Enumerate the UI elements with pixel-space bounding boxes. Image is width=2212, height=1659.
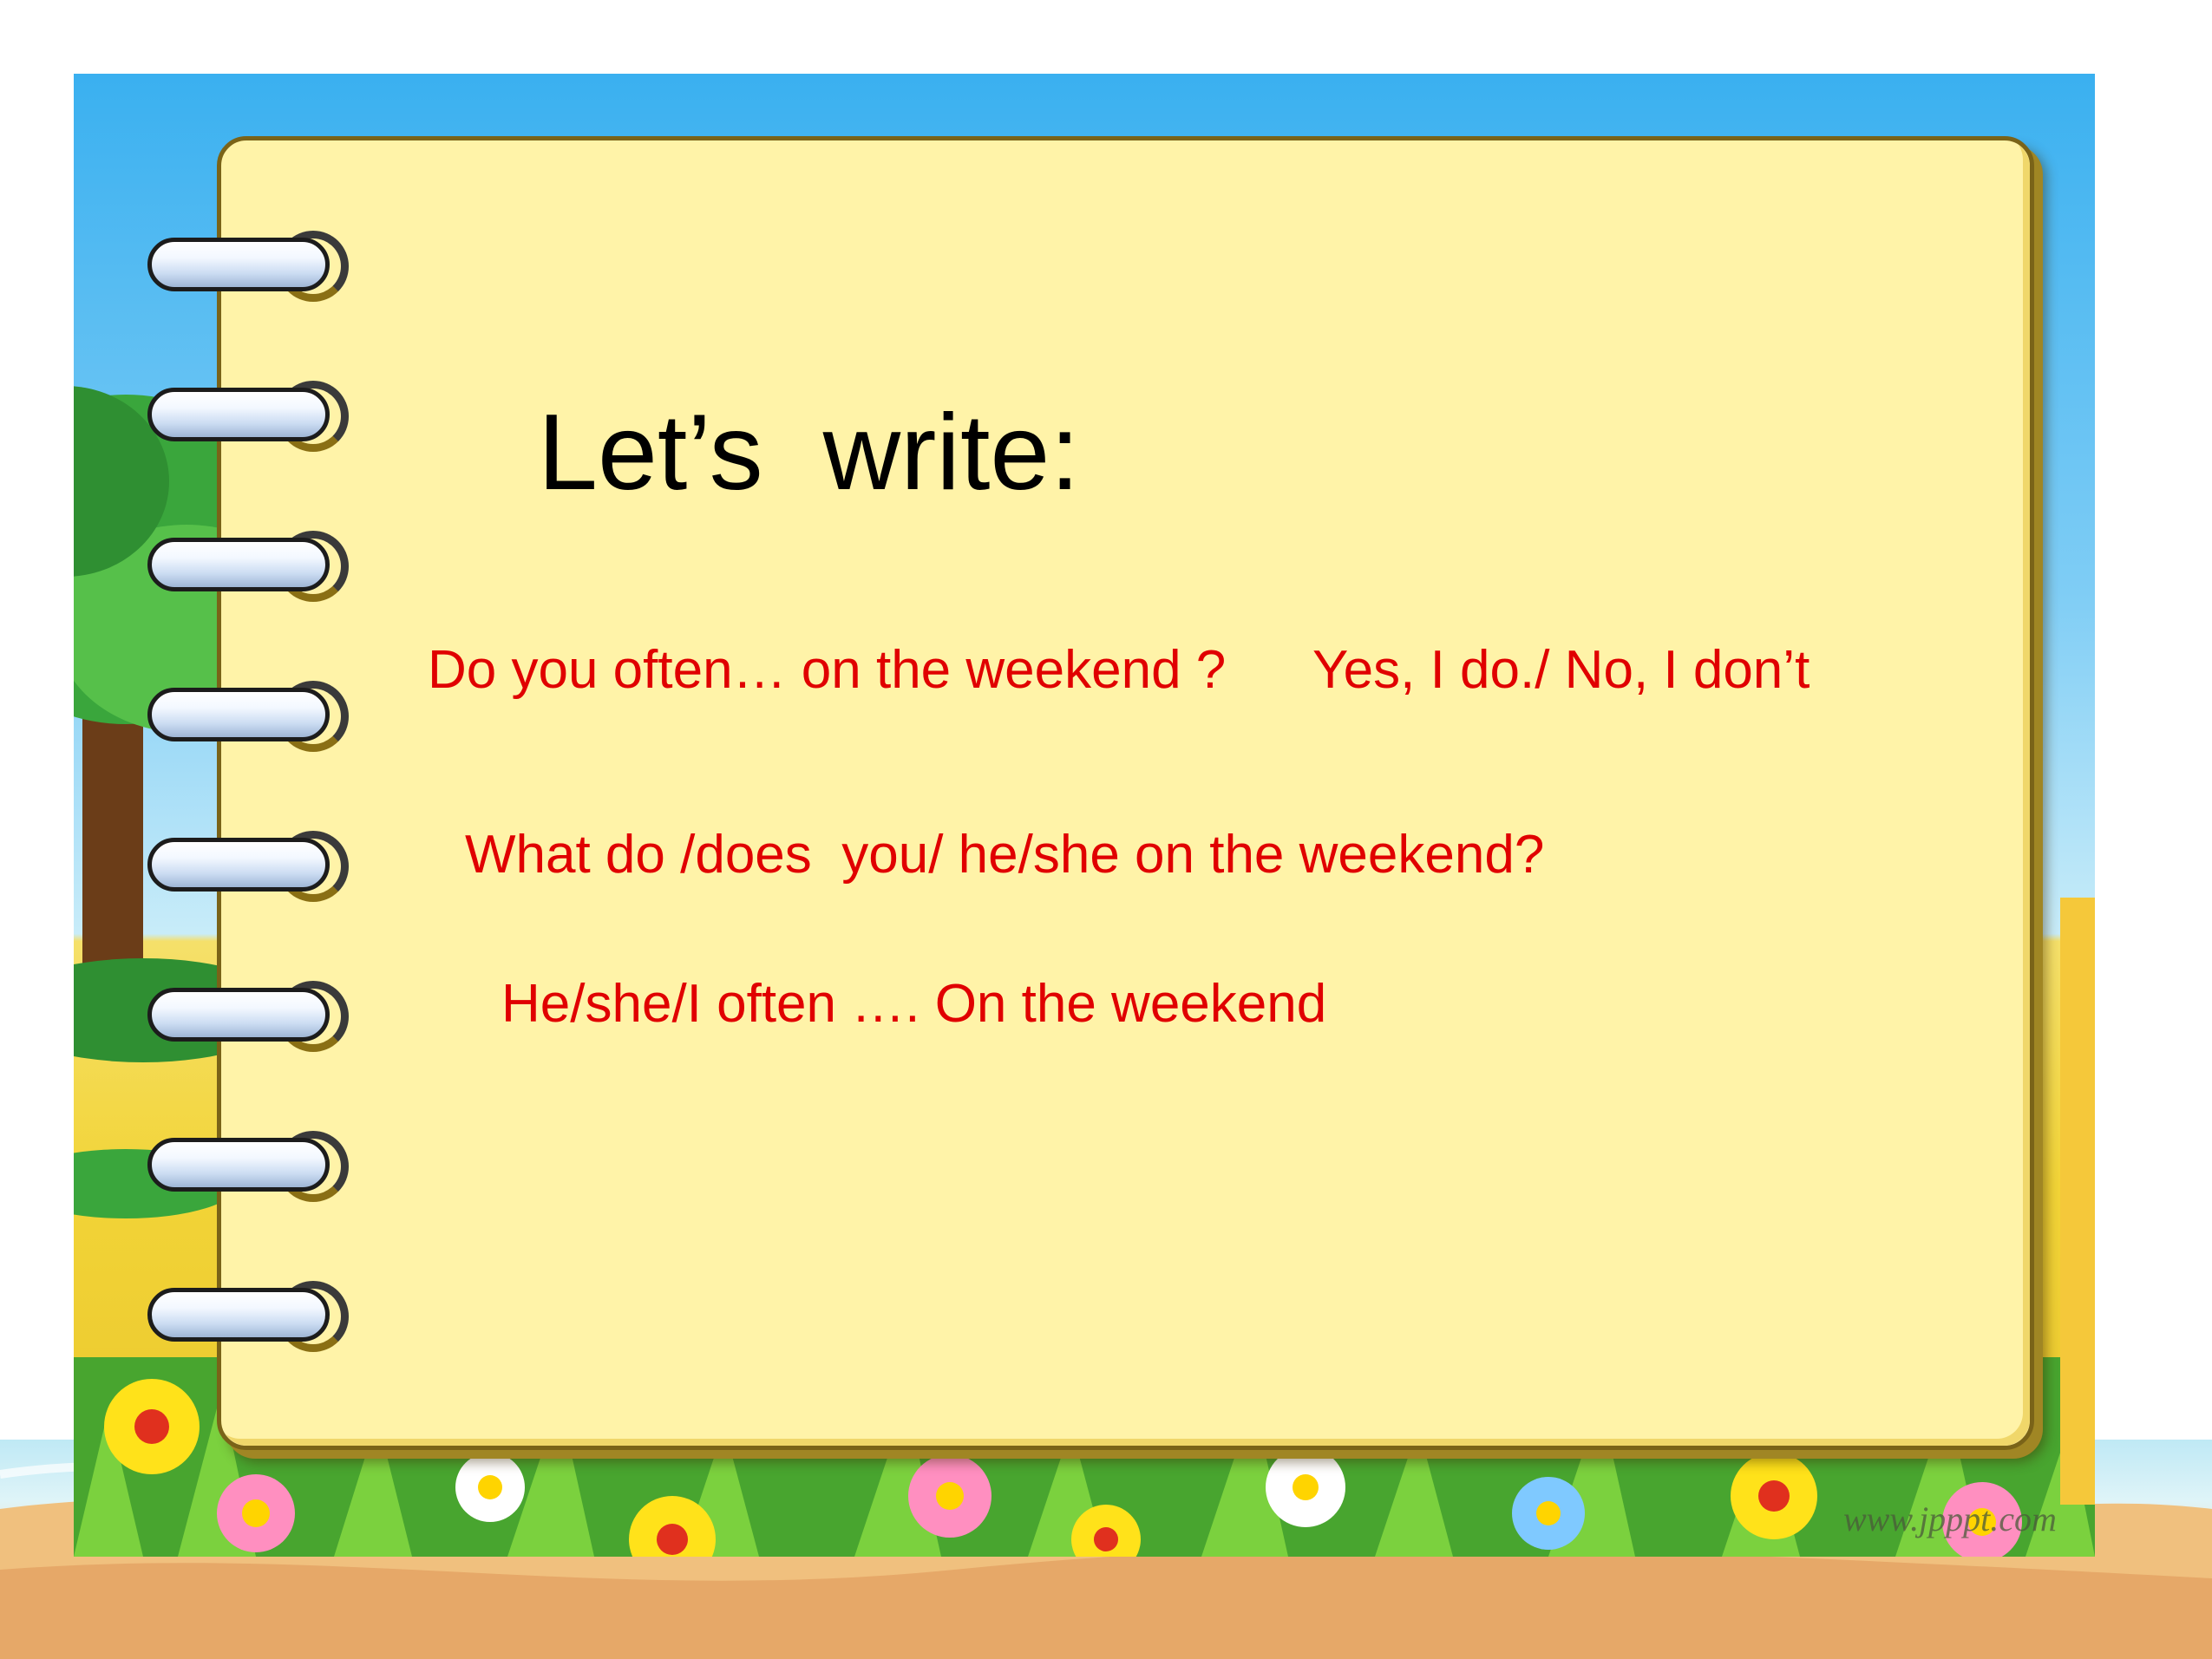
question-what-text: What do /does you/ he/she on the weekend… [465,825,1545,885]
answer-what-text: He/she/I often …. On the weekend [501,974,1327,1034]
question-often-text: Do you often… on the weekend ? [428,640,1227,700]
spiral-ring-icon [147,681,349,752]
watermark-text: www.jpppt.com [1843,1499,2057,1538]
spiral-ring-icon [147,231,349,302]
spiral-ring-icon [147,381,349,452]
spiral-ring-icon [147,531,349,602]
slide-title: Let’s write: [538,393,1080,513]
spiral-ring-icon [147,1281,349,1352]
notebook-edge-shade [221,140,2030,1446]
spiral-ring-icon [147,1131,349,1202]
notebook-card [217,136,2034,1450]
answer-often-text: Yes, I do./ No, I don’t [1312,640,1810,700]
spiral-ring-icon [147,831,349,902]
spiral-ring-icon [147,981,349,1052]
slide-page: Let’s write: Do you often… on the weeken… [0,0,2212,1659]
